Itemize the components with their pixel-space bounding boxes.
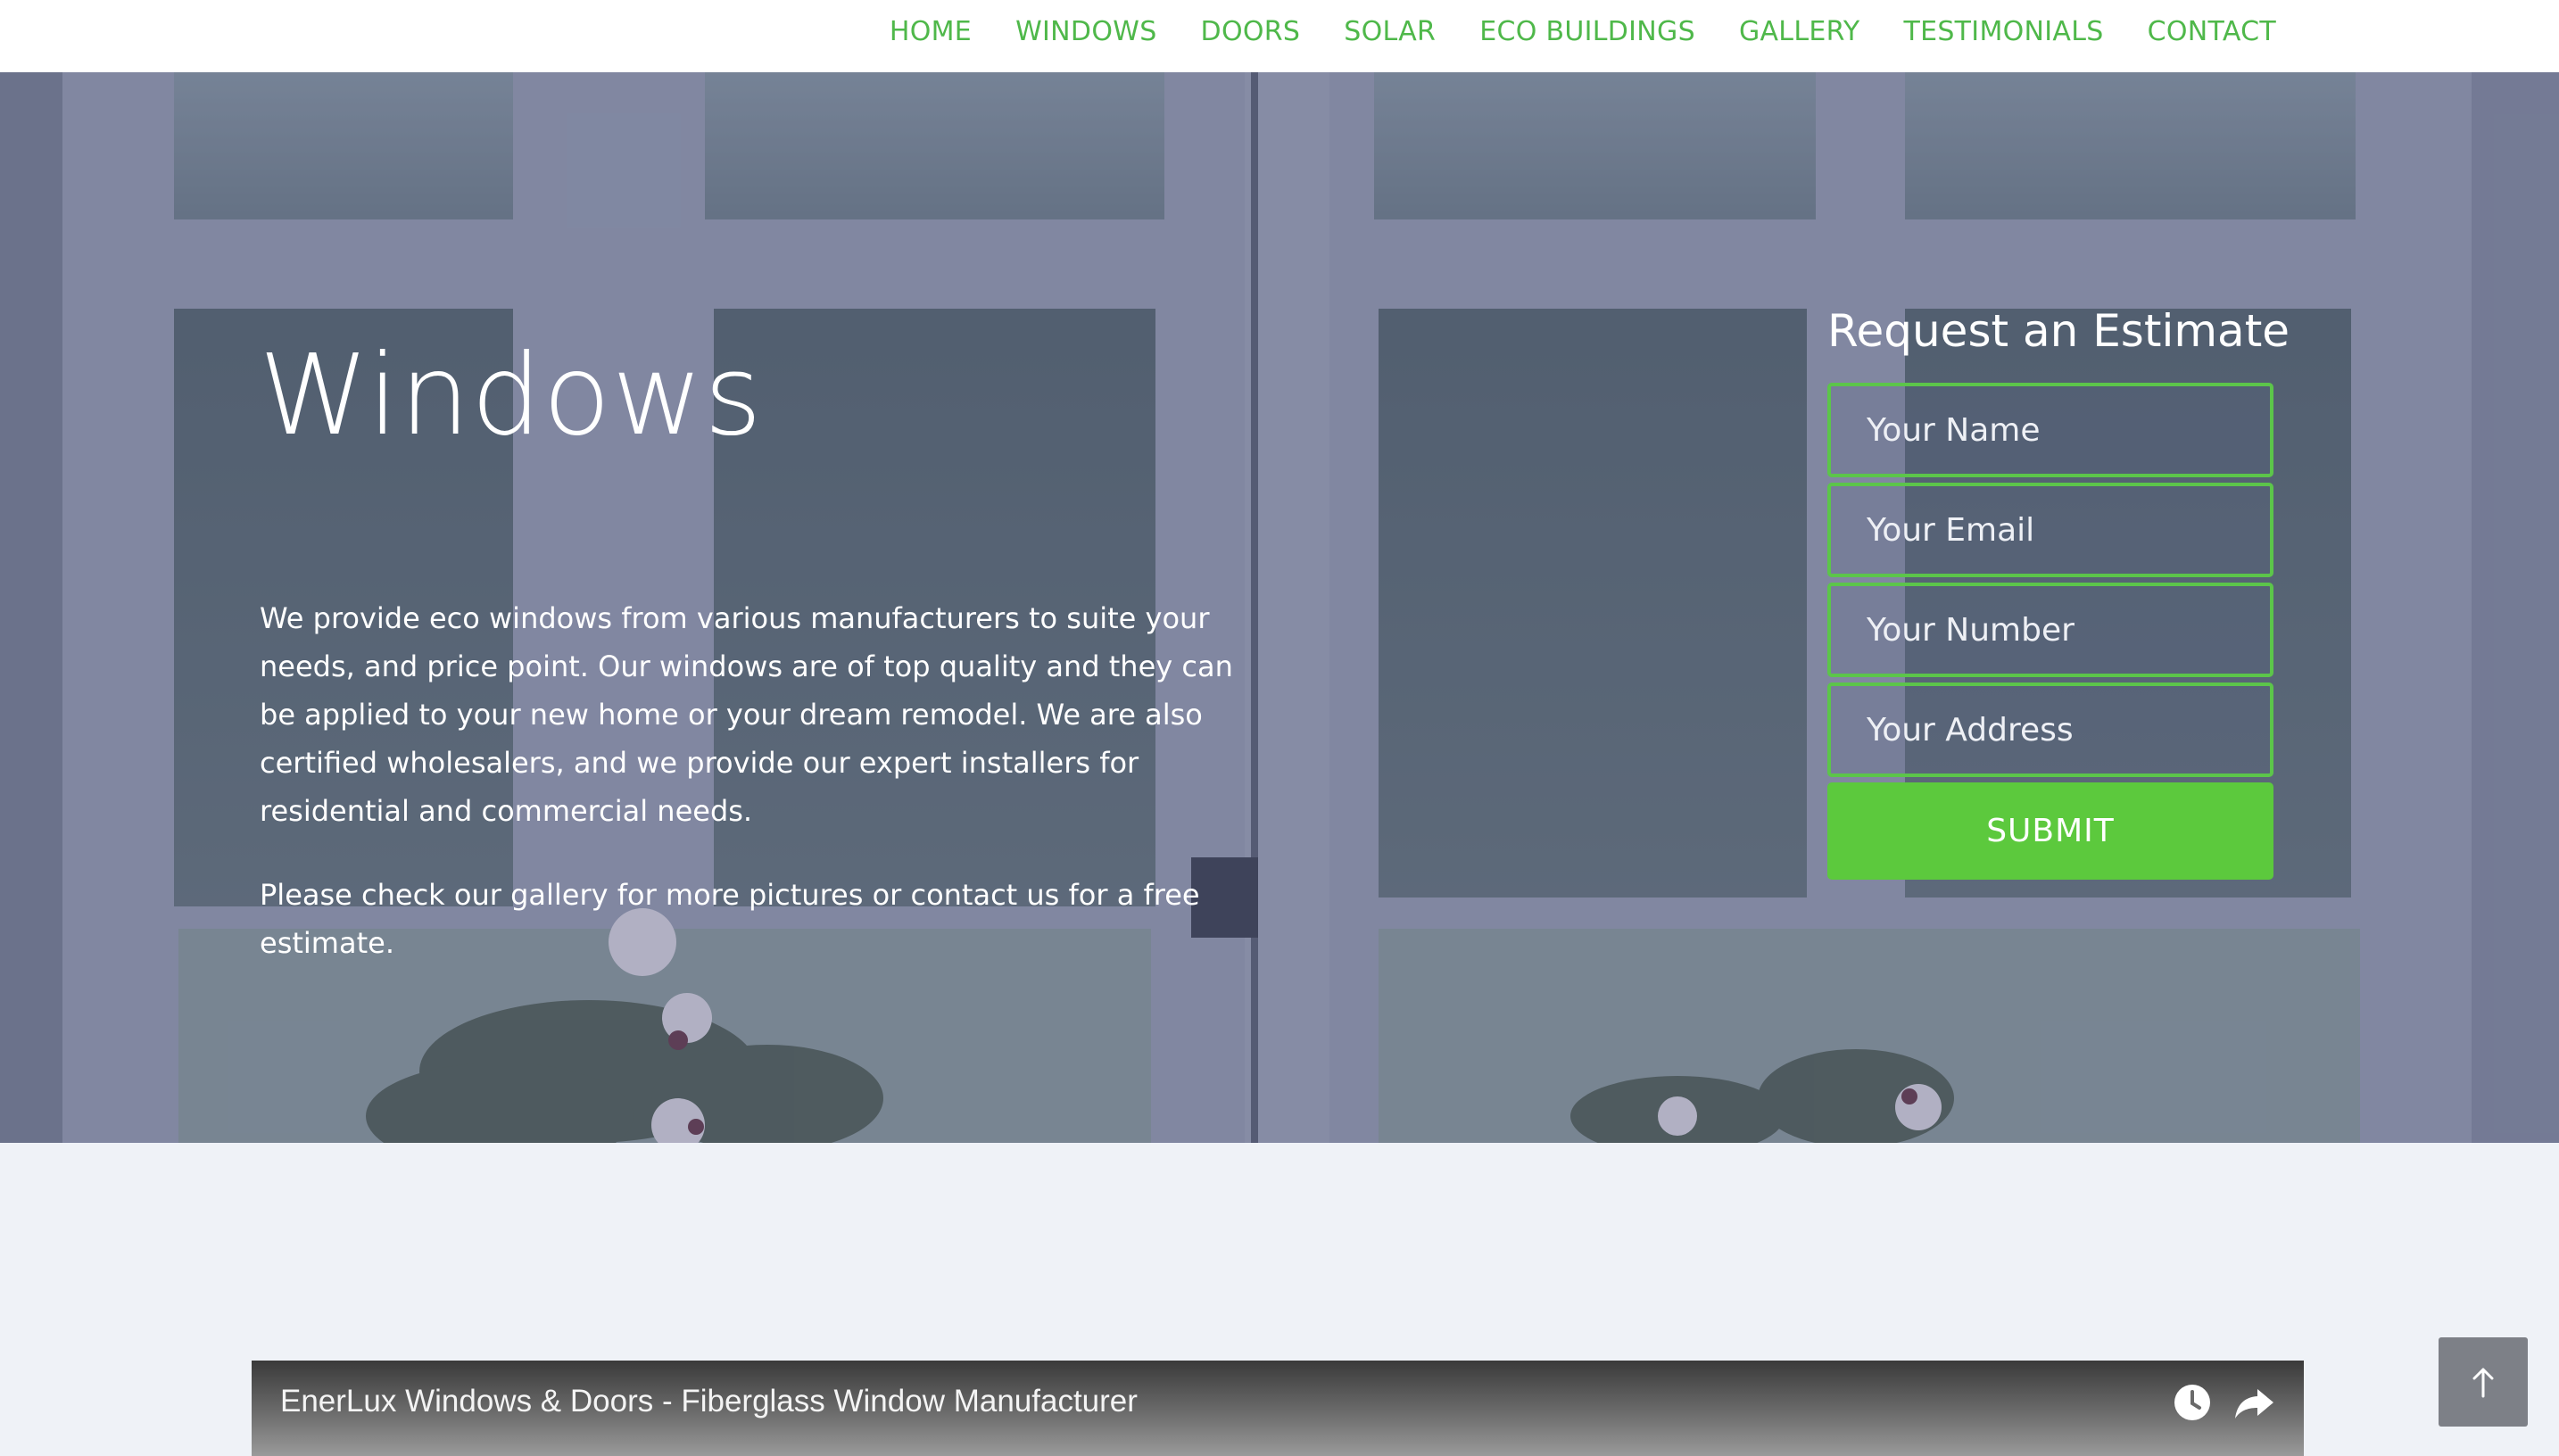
submit-button[interactable]: SUBMIT (1827, 782, 2273, 880)
top-navigation: HOME WINDOWS DOORS SOLAR ECO BUILDINGS G… (0, 0, 2559, 72)
hero-description: We provide eco windows from various manu… (260, 594, 1268, 1003)
nav-contact[interactable]: CONTACT (2148, 16, 2276, 47)
nav-home[interactable]: HOME (890, 16, 972, 47)
nav-eco-buildings[interactable]: ECO BUILDINGS (1479, 16, 1695, 47)
nav-windows[interactable]: WINDOWS (1015, 16, 1156, 47)
arrow-up-icon (2472, 1368, 2494, 1398)
nav-solar[interactable]: SOLAR (1344, 16, 1436, 47)
back-to-top-button[interactable] (2439, 1337, 2528, 1427)
hero-section: Windows We provide eco windows from vari… (0, 72, 2559, 1143)
video-embed[interactable]: EnerLux Windows & Doors - Fiberglass Win… (252, 1361, 2304, 1456)
address-field[interactable] (1827, 682, 2273, 777)
nav-testimonials[interactable]: TESTIMONIALS (1903, 16, 2103, 47)
hero-paragraph-gallery: Please check our gallery for more pictur… (260, 878, 1200, 960)
video-title[interactable]: EnerLux Windows & Doors - Fiberglass Win… (280, 1384, 1138, 1419)
email-field[interactable] (1827, 483, 2273, 577)
nav-gallery[interactable]: GALLERY (1739, 16, 1860, 47)
estimate-form-title: Request an Estimate (1827, 305, 2290, 357)
nav-doors[interactable]: DOORS (1201, 16, 1301, 47)
main-menu: HOME WINDOWS DOORS SOLAR ECO BUILDINGS G… (890, 0, 2276, 62)
clock-icon[interactable] (2168, 1378, 2216, 1427)
hero-paragraph-intro: We provide eco windows from various manu… (260, 601, 1233, 828)
estimate-form: Request an Estimate SUBMIT (1827, 304, 2290, 880)
phone-number-field[interactable] (1827, 583, 2273, 677)
name-field[interactable] (1827, 383, 2273, 477)
page-title: Windows (259, 331, 763, 460)
share-arrow-icon[interactable] (2231, 1378, 2279, 1427)
